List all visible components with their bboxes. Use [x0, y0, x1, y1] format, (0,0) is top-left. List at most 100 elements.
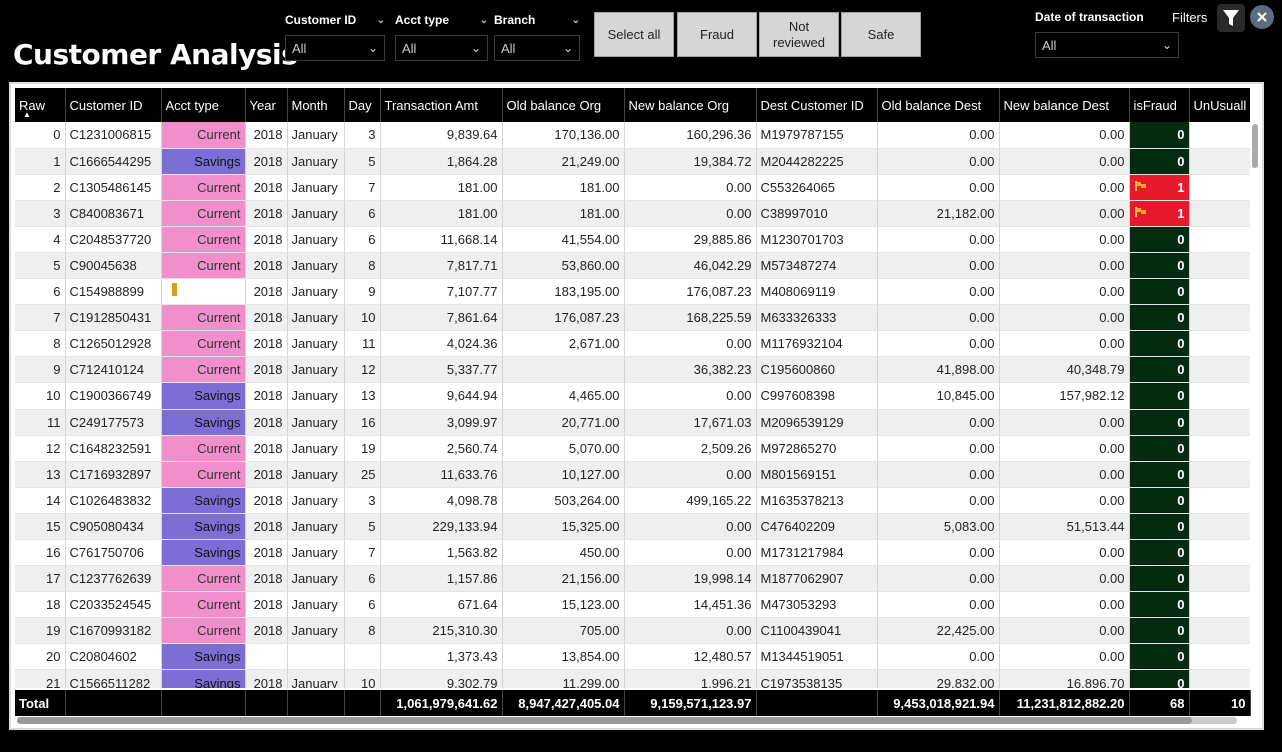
table-cell: Current	[161, 356, 246, 384]
table-row[interactable]: 18 C2033524545 Current 2018 January 6 671.64 15…	[15, 591, 1250, 619]
table-cell: January	[287, 617, 345, 645]
acct-type-dropdown[interactable]: All ⌄	[395, 35, 488, 61]
column-header[interactable]: Acct type	[161, 88, 246, 122]
fraud-button[interactable]: Fraud	[677, 12, 757, 57]
column-header[interactable]: Raw ▲	[15, 88, 66, 122]
customer-id-dropdown[interactable]: All ⌄	[285, 35, 385, 61]
table-cell: 0.00	[877, 304, 1000, 332]
table-cell: 5,337.77	[380, 356, 503, 384]
slicer-acct-type[interactable]: Acct type ⌄ All ⌄	[395, 10, 488, 61]
close-icon[interactable]	[1250, 5, 1274, 29]
table-row[interactable]: 21 C1566511282 Savings 2018 January 10 9,302.7…	[15, 669, 1250, 688]
table-cell: 22,425.00	[877, 617, 1000, 645]
column-header[interactable]: UnUsuall	[1189, 88, 1250, 122]
table-cell: C840083671	[65, 200, 162, 227]
filter-icon[interactable]	[1217, 4, 1245, 32]
horizontal-scrollbar[interactable]	[17, 717, 1237, 724]
column-header[interactable]: Year	[245, 88, 288, 122]
table-row[interactable]: 20 C20804602 Savings 1,373.43 13,854.00 12,48…	[15, 643, 1250, 671]
table-row[interactable]: 5 C90045638 Current 2018 January 8 7,817.71 53,…	[15, 252, 1250, 280]
column-header[interactable]: Month	[287, 88, 345, 122]
table-cell: 18	[15, 591, 66, 619]
table-row[interactable]: 9 C712410124 Current 2018 January 12 5,337.77 3…	[15, 356, 1250, 384]
table-cell: 14,451.36	[624, 591, 757, 619]
total-is-fraud: 68	[1129, 690, 1190, 716]
table-cell: Savings	[161, 382, 246, 410]
slicer-date[interactable]: Date of transaction All ⌄	[1035, 7, 1179, 58]
table-cell: 181.00	[502, 174, 625, 201]
table-cell: Current	[161, 435, 246, 462]
table-row[interactable]: 3 C840083671 Current 2018 January 6 181.00 181.…	[15, 200, 1250, 227]
table-cell	[1189, 330, 1250, 358]
column-header[interactable]: New balance Dest	[999, 88, 1130, 122]
dropdown-value: All	[292, 40, 307, 56]
scrollbar-thumb[interactable]	[17, 717, 1192, 724]
not-reviewed-button[interactable]: Not reviewed	[759, 12, 839, 57]
table-row[interactable]: 11 C249177573 Savings 2018 January 16 3,099.97…	[15, 409, 1250, 436]
table-row[interactable]: 7 C1912850431 Current 2018 January 10 7,861.64…	[15, 304, 1250, 332]
table-cell: 181.00	[502, 200, 625, 227]
column-header[interactable]: Customer ID	[65, 88, 162, 122]
table-cell: 671.64	[380, 591, 503, 619]
table-row[interactable]: 17 C1237762639 Current 2018 January 6 1,157.86…	[15, 565, 1250, 593]
table-cell: 2018	[245, 565, 288, 593]
column-header-label: Acct type	[165, 97, 219, 113]
table-row[interactable]: 8 C1265012928 Current 2018 January 11 4,024.36…	[15, 330, 1250, 358]
safe-button[interactable]: Safe	[841, 12, 921, 57]
filters-label[interactable]: Filters	[1172, 10, 1207, 25]
table-cell: 0.00	[999, 487, 1130, 514]
slicer-customer-id[interactable]: Customer ID ⌄ All ⌄	[285, 10, 385, 61]
date-dropdown[interactable]: All ⌄	[1035, 32, 1179, 58]
table-row[interactable]: 2 C1305486145 Current 2018 January 7 181.00 181…	[15, 174, 1250, 201]
table-cell: 2018	[245, 461, 288, 488]
slicer-branch[interactable]: Branch ⌄ All ⌄	[494, 10, 580, 61]
table-row[interactable]: 4 C2048537720 Current 2018 January 6 11,668.14…	[15, 226, 1250, 253]
table-row[interactable]: 15 C905080434 Savings 2018 January 5 229,133.9…	[15, 513, 1250, 541]
table-cell: 499,165.22	[624, 487, 757, 514]
chevron-down-icon[interactable]: ⌄	[572, 15, 580, 26]
table-row[interactable]: 16 C761750706 Savings 2018 January 7 1,563.82 4…	[15, 539, 1250, 567]
select-all-button[interactable]: Select all	[594, 12, 674, 57]
table-cell: 0.00	[999, 174, 1130, 201]
table-cell: Current	[161, 200, 246, 227]
table-cell: 9,302.79	[380, 669, 503, 688]
sort-ascending-icon[interactable]: ▲	[23, 110, 31, 119]
table-row[interactable]: 10 C1900366749 Savings 2018 January 13 9,644.9…	[15, 382, 1250, 410]
table-row[interactable]: 13 C1716932897 Current 2018 January 25 11,633.…	[15, 461, 1250, 488]
column-header[interactable]: Transaction Amt	[380, 88, 503, 122]
table-row[interactable]: 19 C1670993182 Current 2018 January 8 215,310.…	[15, 617, 1250, 645]
table-cell: C1231006815	[65, 122, 162, 149]
chevron-down-icon[interactable]: ⌄	[377, 15, 385, 26]
table-row[interactable]: 14 C1026483832 Savings 2018 January 3 4,098.78…	[15, 487, 1250, 514]
table-row[interactable]: 1 C1666544295 Savings 2018 January 5 1,864.28 2…	[15, 148, 1250, 175]
column-header[interactable]: isFraud	[1129, 88, 1190, 122]
table-cell	[1189, 278, 1250, 306]
table-cell: 10	[344, 669, 381, 688]
table-cell: 3,099.97	[380, 409, 503, 436]
table-row[interactable]: 6 C154988899 2018 January 9 7,107.77 183,195.0…	[15, 278, 1250, 306]
table-cell: 181.00	[380, 200, 503, 227]
table-cell: January	[287, 539, 345, 567]
table-cell: 11,633.76	[380, 461, 503, 488]
table-cell: January	[287, 330, 345, 358]
table-cell: 229,133.94	[380, 513, 503, 541]
column-header[interactable]: Day	[344, 88, 381, 122]
table-row[interactable]: 0 C1231006815 Current 2018 January 3 9,839.64 1…	[15, 122, 1250, 149]
table-cell: 2,560.74	[380, 435, 503, 462]
table-cell: C476402209	[756, 513, 878, 541]
vertical-scrollbar[interactable]	[1252, 124, 1258, 168]
chevron-down-icon[interactable]: ⌄	[480, 15, 488, 26]
total-cell	[65, 690, 162, 716]
table-cell	[1189, 591, 1250, 619]
table-cell: C38997010	[756, 200, 878, 227]
column-header[interactable]: Old balance Org	[502, 88, 625, 122]
table-cell: 0.00	[877, 278, 1000, 306]
table-cell: 2018	[245, 252, 288, 280]
table-cell: Savings	[161, 487, 246, 514]
table-row[interactable]: 12 C1648232591 Current 2018 January 19 2,560.7…	[15, 435, 1250, 462]
column-header[interactable]: New balance Org	[624, 88, 757, 122]
column-header[interactable]: Dest Customer ID	[756, 88, 878, 122]
column-header[interactable]: Old balance Dest	[877, 88, 1000, 122]
branch-dropdown[interactable]: All ⌄	[494, 35, 580, 61]
table-cell: 1	[1129, 200, 1190, 227]
